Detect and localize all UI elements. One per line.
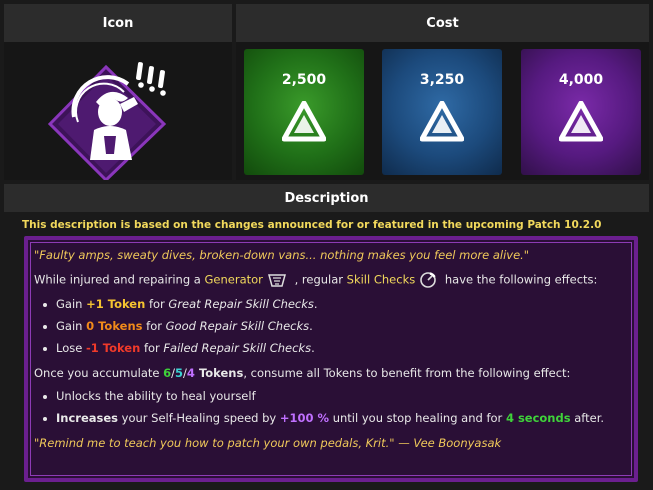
header-description: Description (4, 184, 649, 212)
cost-cell: 2,500 3,250 4,000 (236, 42, 649, 180)
iridescent-shard-icon (559, 101, 603, 142)
cost-tile-purple: 4,000 (521, 49, 641, 175)
list-item: Increases your Self-Healing speed by +10… (34, 411, 634, 426)
iridescent-shard-icon (282, 101, 326, 142)
list-item: Lose -1 Token for Failed Repair Skill Ch… (34, 341, 634, 356)
effects-list: Gain +1 Token for Great Repair Skill Che… (34, 297, 634, 356)
perk-icon (47, 62, 167, 183)
cost-price: 4,000 (558, 72, 604, 88)
flavor-quote-bottom: "Remind me to teach you how to patch you… (34, 436, 502, 450)
perk-table: Icon Cost 2,500 3,250 4,000 Description … (0, 0, 653, 490)
benefits-list: Unlocks the ability to heal yourself Inc… (34, 389, 634, 426)
cost-tile-blue: 3,250 (382, 49, 502, 175)
list-item: Unlocks the ability to heal yourself (34, 389, 634, 404)
header-cost: Cost (236, 4, 649, 42)
generator-icon (267, 274, 286, 287)
iridescent-shard-icon (420, 101, 464, 142)
skill-check-icon (420, 272, 437, 288)
cost-price: 3,250 (419, 72, 465, 88)
intro-line: While injured and repairing a Generator … (34, 271, 634, 289)
cost-price: 2,500 (281, 72, 327, 88)
list-item: Gain 0 Tokens for Good Repair Skill Chec… (34, 319, 634, 334)
icon-cell (4, 42, 232, 183)
accumulate-line: Once you accumulate 6/5/4 Tokens, consum… (34, 366, 571, 380)
list-item: Gain +1 Token for Great Repair Skill Che… (34, 297, 634, 312)
cost-tile-green: 2,500 (244, 49, 364, 175)
header-icon: Icon (4, 4, 232, 42)
skill-checks-link[interactable]: Skill Checks (347, 273, 416, 287)
patch-notice: This description is based on the changes… (22, 219, 602, 231)
flavor-quote-top: "Faulty amps, sweaty dives, broken-down … (34, 248, 530, 262)
generator-link[interactable]: Generator (205, 273, 263, 287)
description-text: "Faulty amps, sweaty dives, broken-down … (34, 248, 634, 451)
